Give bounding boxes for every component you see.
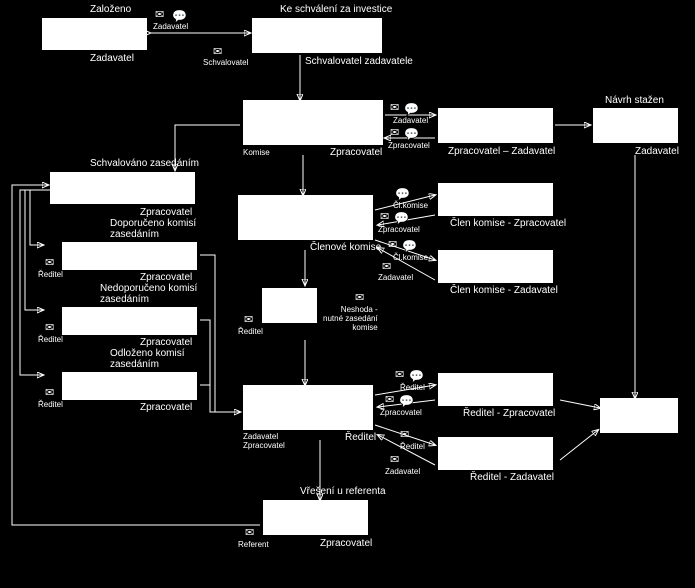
node-clenove-role: Členové komise <box>310 242 381 253</box>
envelope-icon: ✉ <box>390 128 399 139</box>
node-reditel <box>243 385 373 430</box>
node-keschvaleni-title: Ke schválení za investice <box>280 4 392 15</box>
envelope-icon: ✉ <box>355 293 364 304</box>
node-bottomright <box>600 398 678 433</box>
edge-reditel: Ředitel <box>400 383 425 392</box>
envelope-icon: ✉ <box>385 395 394 406</box>
speech-icon: 💬 <box>404 103 419 115</box>
envelope-icon: ✉ <box>45 323 54 334</box>
envelope-icon: ✉ <box>388 240 397 251</box>
speech-icon: 💬 <box>409 370 424 382</box>
node-odlozeno-role: Zpracovatel <box>140 402 192 413</box>
edge-clkomise2: Čl.komise <box>393 253 428 262</box>
neshoda-note: Neshoda - nutné zasedání komise <box>323 305 378 332</box>
node-zpracovatel-role: Zpracovatel <box>330 147 382 158</box>
node-zalozeno-role: Zadavatel <box>90 53 134 64</box>
node-zpracovatel-iconnote: Komise <box>243 148 270 157</box>
node-reditelzprac <box>438 373 553 406</box>
edge-reditel2: Ředitel <box>400 442 425 451</box>
node-navrh <box>593 108 678 143</box>
envelope-icon: ✉ <box>400 430 409 441</box>
envelope-icon: ✉ <box>380 212 389 223</box>
speech-icon: 💬 <box>395 188 410 200</box>
node-referent-title: Vřešení u referenta <box>300 486 386 497</box>
node-referent-role: Zpracovatel <box>320 538 372 549</box>
envelope-icon: ✉ <box>213 47 222 58</box>
envelope-icon: ✉ <box>244 315 253 326</box>
reditel-left: Zadavatel Zpracovatel <box>243 432 285 450</box>
node-reditelzprac-role: Ředitel - Zpracovatel <box>463 408 555 419</box>
node-reditel-role: Ředitel <box>345 432 376 443</box>
node-nedoporuceno-title: Nedoporučeno komisí zasedáním <box>100 283 197 305</box>
node-schvalovano-title: Schvalováno zasedáním <box>90 158 199 169</box>
workflow-diagram: Založeno ✉ 💬 Zadavatel Zadavatel Ke schv… <box>0 0 695 588</box>
node-reditelzadav-role: Ředitel - Zadavatel <box>470 472 554 483</box>
node-keschvaleni <box>252 18 382 53</box>
node-keschvaleni-iconnote: Schvalovatel <box>203 58 248 67</box>
node-navrh-title: Návrh stažen <box>605 95 664 106</box>
edge-zpracovatel2: Zpracovatel <box>378 225 420 234</box>
edge-zadavatel2: Zadavatel <box>378 273 413 282</box>
envelope-icon: ✉ <box>245 528 254 539</box>
odlozeno-left: Ředitel <box>38 400 63 409</box>
envelope-icon: ✉ <box>45 258 54 269</box>
node-schvalovano <box>50 172 195 204</box>
envelope-icon: ✉ <box>395 370 404 381</box>
node-clkomzadav-role: Člen komise - Zadavatel <box>450 285 558 296</box>
node-doporuceno <box>62 242 197 270</box>
edge-zadavatel3: Zadavatel <box>385 467 420 476</box>
nedoporuceno-left: Ředitel <box>38 335 63 344</box>
node-zalozeno-iconnote: Zadavatel <box>153 22 188 31</box>
node-odlozeno-title: Odloženo komisí zasedáním <box>110 348 184 370</box>
speech-icon: 💬 <box>402 240 417 252</box>
node-zpraczadav-role: Zpracovatel – Zadavatel <box>448 146 555 157</box>
neshoda-left: Ředitel <box>238 327 263 336</box>
envelope-icon: ✉ <box>382 262 391 273</box>
edge-zpracovatel3: Zpracovatel <box>380 408 422 417</box>
edge-zadavatel: Zadavatel <box>393 116 428 125</box>
node-neshoda-box <box>262 288 317 323</box>
node-referent <box>263 500 368 535</box>
node-nedoporuceno <box>62 307 197 335</box>
doporuceno-left: Ředitel <box>38 270 63 279</box>
envelope-icon: ✉ <box>155 10 164 21</box>
node-clkomzprac <box>438 183 553 216</box>
node-schvalovano-role: Zpracovatel <box>140 207 192 218</box>
speech-icon: 💬 <box>399 395 414 407</box>
node-reditelzadav <box>438 437 553 470</box>
node-zpraczadav <box>438 108 553 143</box>
node-clkomzprac-role: Člen komise - Zpracovatel <box>450 218 566 229</box>
envelope-icon: ✉ <box>390 103 399 114</box>
node-nedoporuceno-role: Zpracovatel <box>140 337 192 348</box>
node-clenove <box>238 195 373 240</box>
node-doporuceno-title: Doporučeno komisí zasedáním <box>110 218 196 240</box>
node-zpracovatel <box>243 100 383 145</box>
envelope-icon: ✉ <box>45 388 54 399</box>
node-clkomzadav <box>438 250 553 283</box>
node-navrh-role: Zadavatel <box>635 146 679 157</box>
referent-left: Referent <box>238 540 269 549</box>
speech-icon: 💬 <box>404 128 419 140</box>
node-doporuceno-role: Zpracovatel <box>140 272 192 283</box>
envelope-icon: ✉ <box>246 137 255 148</box>
edge-clkomise: Čl.komise <box>393 201 428 210</box>
node-keschvaleni-role: Schvalovatel zadavatele <box>305 56 413 67</box>
speech-icon: 💬 <box>172 10 187 22</box>
envelope-icon: ✉ <box>390 455 399 466</box>
node-zalozeno-title: Založeno <box>90 4 131 15</box>
edge-zpracovatel: Zpracovatel <box>388 141 430 150</box>
node-odlozeno <box>62 372 197 400</box>
node-zalozeno <box>42 18 147 50</box>
speech-icon: 💬 <box>394 212 409 224</box>
